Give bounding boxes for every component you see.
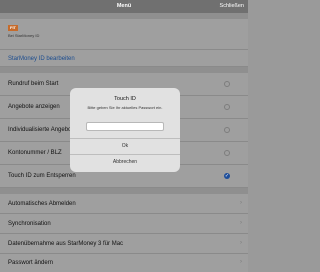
dialog-divider bbox=[70, 154, 180, 155]
setting-label: Angebote anzeigen bbox=[8, 104, 60, 110]
close-button[interactable]: Schließen bbox=[220, 3, 244, 9]
toggle-off-icon[interactable] bbox=[224, 104, 230, 110]
ok-button[interactable]: Ok bbox=[70, 143, 180, 149]
setting-label: Individualisierte Angebote bbox=[8, 127, 77, 133]
toggle-off-icon[interactable] bbox=[224, 127, 230, 133]
dialog-message: Bitte geben Sie Ihr aktuelles Passwort e… bbox=[87, 105, 163, 110]
checkmark-icon[interactable]: ✓ bbox=[224, 173, 230, 179]
menu-item-label: Datenübernahme aus StarMoney 3 für Mac bbox=[8, 241, 124, 247]
chevron-right-icon: › bbox=[240, 200, 242, 206]
account-group: FIT Bei StarMoney ID StarMoney ID bearbe… bbox=[0, 19, 248, 67]
menu-item-label: Automatisches Abmelden bbox=[8, 201, 76, 207]
toggle-off-icon[interactable] bbox=[224, 81, 230, 87]
account-subtext: Bei StarMoney ID bbox=[8, 33, 40, 38]
menu-item[interactable]: Synchronisation › bbox=[0, 214, 248, 234]
setting-label: Rundruf beim Start bbox=[8, 81, 59, 87]
menu-item[interactable]: Automatisches Abmelden › bbox=[0, 194, 248, 214]
setting-label: Kontonummer / BLZ bbox=[8, 150, 62, 156]
starmoney-id-row[interactable]: StarMoney ID bearbeiten bbox=[0, 49, 248, 67]
bank-logo: FIT bbox=[8, 25, 18, 31]
menu-item-label: Passwort ändern bbox=[8, 260, 54, 266]
dialog-divider bbox=[70, 138, 180, 139]
chevron-right-icon: › bbox=[240, 220, 242, 226]
toggle-off-icon[interactable] bbox=[224, 150, 230, 156]
chevron-right-icon: › bbox=[240, 240, 242, 246]
nav-title: Menü bbox=[116, 3, 132, 9]
menu-item-label: Synchronisation bbox=[8, 221, 51, 227]
starmoney-id-link[interactable]: StarMoney ID bearbeiten bbox=[8, 56, 75, 62]
menu-item[interactable]: Passwort ändern › bbox=[0, 254, 248, 272]
password-input[interactable] bbox=[86, 122, 164, 131]
setting-label: Touch ID zum Entsperren bbox=[8, 173, 76, 179]
dialog-title: Touch ID bbox=[114, 96, 136, 102]
menu-group: Automatisches Abmelden › Synchronisation… bbox=[0, 194, 248, 272]
navigation-bar: Menü Schließen bbox=[0, 0, 248, 13]
chevron-right-icon: › bbox=[240, 259, 242, 265]
touch-id-dialog: Touch ID Bitte geben Sie Ihr aktuelles P… bbox=[70, 88, 180, 172]
cancel-button[interactable]: Abbrechen bbox=[70, 159, 180, 165]
menu-item[interactable]: Datenübernahme aus StarMoney 3 für Mac › bbox=[0, 234, 248, 254]
